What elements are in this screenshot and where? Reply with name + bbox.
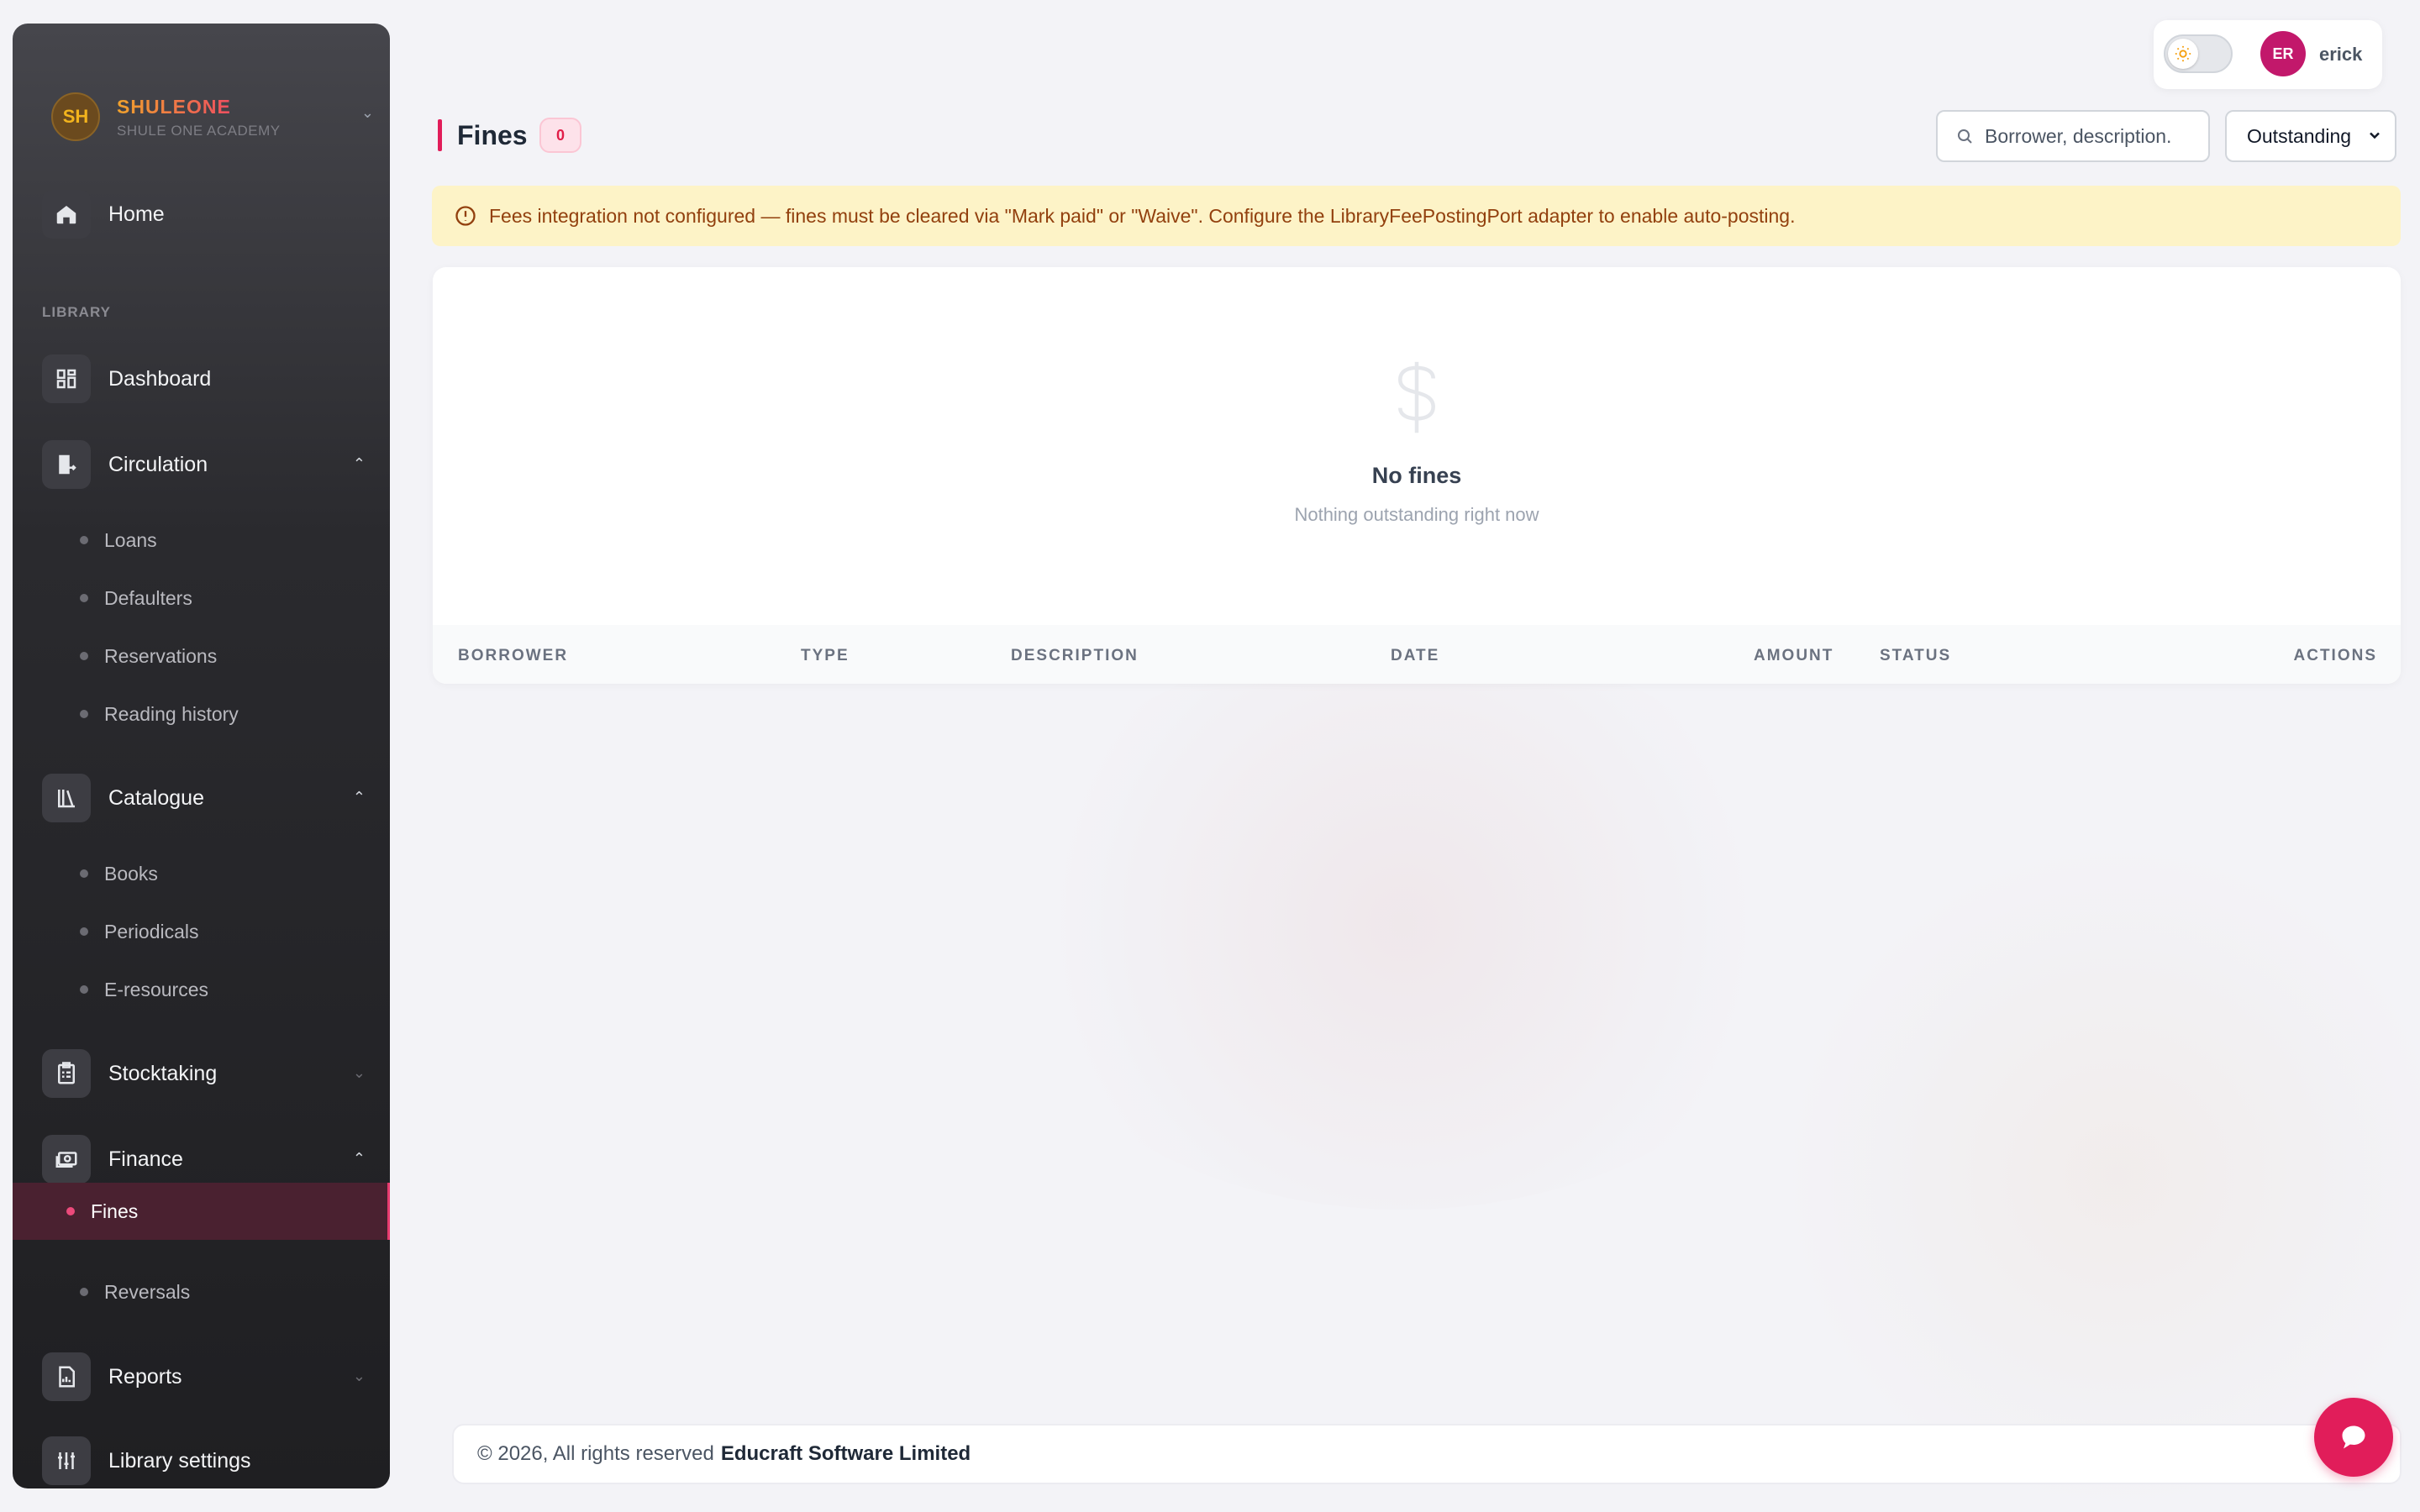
sidebar-subitem-defaulters[interactable]: Defaulters: [42, 577, 390, 619]
sidebar-item-label: Library settings: [108, 1448, 251, 1473]
chevron-up-icon: ⌃: [352, 1150, 366, 1167]
bullet-dot: [80, 927, 88, 936]
section-label-library: LIBRARY: [42, 304, 111, 320]
sidebar-subitem-periodicals[interactable]: Periodicals: [42, 911, 390, 953]
brand-switcher[interactable]: SH SHULEONE SHULE ONE ACADEMY ⌄: [38, 92, 374, 151]
chevron-down-icon: ⌄: [360, 104, 374, 121]
background-glow: [992, 638, 1815, 1210]
bullet-dot: [80, 985, 88, 994]
chevron-down-icon: ⌄: [352, 1368, 366, 1384]
chat-bubble-icon: [2342, 1425, 2365, 1449]
sidebar-subitem-books[interactable]: Books: [42, 853, 390, 895]
empty-state-title: No fines: [1371, 463, 1462, 488]
fines-table-card: No fines Nothing outstanding right now B…: [433, 267, 2401, 684]
library-books-icon: [42, 774, 91, 822]
sidebar-item-reports[interactable]: Reports ⌄: [42, 1351, 378, 1403]
search-field[interactable]: [1936, 110, 2210, 162]
sidebar-subitem-label: Loans: [104, 528, 157, 551]
sidebar-subitem-reversals[interactable]: Reversals: [42, 1271, 390, 1313]
alert-circle-icon: [455, 206, 476, 226]
sidebar-subitem-label: Fines: [91, 1200, 139, 1222]
sidebar: SH SHULEONE SHULE ONE ACADEMY ⌄ Home LIB…: [13, 24, 390, 1488]
column-header-borrower[interactable]: BORROWER: [458, 647, 568, 665]
footer: © 2026, All rights reserved Educraft Sof…: [452, 1424, 2402, 1484]
sidebar-item-label: Dashboard: [108, 366, 212, 391]
chevron-up-icon: ⌃: [352, 789, 366, 806]
sidebar-item-label: Stocktaking: [108, 1061, 218, 1085]
money-icon: [42, 1135, 91, 1184]
bullet-dot: [66, 1207, 75, 1215]
sidebar-subitem-label: Periodicals: [104, 920, 199, 942]
column-header-actions: ACTIONS: [2293, 647, 2377, 664]
sidebar-subitem-reservations[interactable]: Reservations: [42, 635, 390, 677]
table-header: BORROWER TYPE DESCRIPTION DATE AMOUNT ST…: [433, 625, 2401, 684]
status-filter-select[interactable]: Outstanding: [2225, 110, 2396, 162]
sidebar-subitem-label: Books: [104, 862, 158, 885]
bullet-dot: [80, 594, 88, 602]
sidebar-item-label: Finance: [108, 1147, 183, 1171]
page-title: Fines: [457, 120, 528, 150]
bullet-dot: [80, 536, 88, 544]
bullet-dot: [80, 1288, 88, 1296]
column-header-status[interactable]: STATUS: [1880, 647, 1951, 665]
copyright-text: © 2026, All rights reserved: [477, 1442, 714, 1465]
sidebar-subitem-loans[interactable]: Loans: [42, 519, 390, 561]
theme-toggle[interactable]: [2164, 34, 2233, 73]
dollar-icon: [1387, 360, 1446, 435]
sidebar-item-library-settings[interactable]: Library settings: [42, 1435, 378, 1487]
sidebar-item-stocktaking[interactable]: Stocktaking ⌄: [42, 1047, 378, 1100]
sidebar-item-label: Catalogue: [108, 785, 204, 810]
chevron-up-icon: ⌃: [352, 455, 366, 472]
warning-alert: Fees integration not configured — fines …: [432, 186, 2401, 246]
sidebar-subitem-e-resources[interactable]: E-resources: [42, 969, 390, 1011]
sidebar-item-finance[interactable]: Finance ⌃: [42, 1133, 378, 1185]
sidebar-item-home[interactable]: Home: [42, 188, 378, 240]
clipboard-icon: [42, 1049, 91, 1098]
avatar[interactable]: ER: [2260, 31, 2306, 76]
alert-text: Fees integration not configured — fines …: [489, 204, 1796, 227]
sidebar-subitem-label: Reversals: [104, 1280, 191, 1303]
sidebar-item-label: Circulation: [108, 452, 208, 476]
sun-icon: [2168, 39, 2198, 69]
sidebar-subitem-label: Reading history: [104, 702, 239, 725]
sidebar-subitem-reading-history[interactable]: Reading history: [42, 693, 390, 735]
home-icon: [42, 190, 91, 239]
sidebar-item-circulation[interactable]: Circulation ⌃: [42, 438, 378, 491]
sidebar-item-dashboard[interactable]: Dashboard: [42, 353, 378, 405]
dashboard-icon: [42, 354, 91, 403]
sidebar-item-catalogue[interactable]: Catalogue ⌃: [42, 772, 378, 824]
sidebar-subitem-label: E-resources: [104, 978, 208, 1000]
book-transfer-icon: [42, 440, 91, 489]
report-icon: [42, 1352, 91, 1401]
chevron-down-icon: [2366, 127, 2383, 148]
empty-state-subtitle: Nothing outstanding right now: [1294, 504, 1539, 525]
user-toolbar: ER erick: [2154, 20, 2382, 89]
title-accent-bar: [438, 119, 442, 151]
bullet-dot: [80, 652, 88, 660]
chat-button[interactable]: [2314, 1398, 2393, 1477]
sidebar-subitem-fines[interactable]: Fines: [13, 1183, 390, 1240]
bullet-dot: [80, 869, 88, 878]
sidebar-item-label: Reports: [108, 1364, 182, 1389]
sidebar-item-label: Home: [108, 202, 165, 226]
bullet-dot: [80, 710, 88, 718]
status-filter-value: Outstanding: [2247, 124, 2352, 147]
brand-name: SHULEONE: [117, 96, 231, 118]
user-name[interactable]: erick: [2319, 44, 2362, 66]
column-header-type[interactable]: TYPE: [801, 647, 850, 665]
column-header-description[interactable]: DESCRIPTION: [1011, 647, 1139, 665]
count-badge: 0: [539, 118, 581, 153]
sliders-icon: [42, 1436, 91, 1485]
company-name: Educraft Software Limited: [720, 1442, 971, 1465]
column-header-amount[interactable]: AMOUNT: [1754, 647, 1833, 665]
sidebar-subitem-label: Defaulters: [104, 586, 192, 609]
brand-avatar: SH: [51, 92, 100, 141]
brand-subtitle: SHULE ONE ACADEMY: [117, 123, 281, 139]
search-input[interactable]: [1985, 124, 2203, 148]
search-icon: [1958, 129, 1972, 144]
chevron-down-icon: ⌄: [352, 1064, 366, 1081]
sidebar-subitem-label: Reservations: [104, 644, 218, 667]
column-header-date[interactable]: DATE: [1391, 647, 1439, 665]
